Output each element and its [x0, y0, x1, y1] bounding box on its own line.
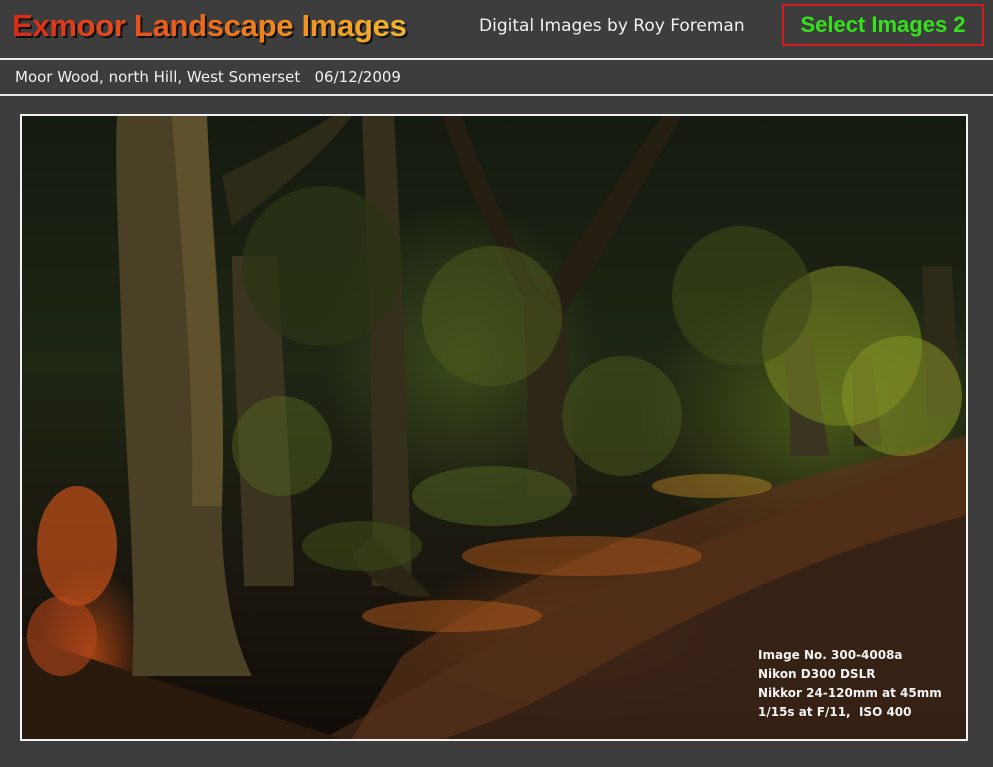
select-images-button[interactable]: Select Images 2: [782, 4, 984, 46]
exif-camera: Nikon D300 DSLR: [758, 667, 876, 681]
caption-divider: [0, 94, 993, 96]
site-byline: Digital Images by Roy Foreman: [479, 16, 745, 36]
landscape-photo: Image No. 300-4008a Nikon D300 DSLR Nikk…: [20, 114, 968, 741]
exif-image-number: Image No. 300-4008a: [758, 648, 903, 662]
caption-date: 06/12/2009: [314, 68, 401, 86]
caption-location: Moor Wood, north Hill, West Somerset: [15, 68, 301, 86]
image-caption: Moor Wood, north Hill, West Somerset 06/…: [15, 68, 401, 86]
exif-lens: Nikkor 24-120mm at 45mm: [758, 686, 942, 700]
site-title[interactable]: Exmoor Landscape Images: [12, 8, 407, 44]
exif-info: Image No. 300-4008a Nikon D300 DSLR Nikk…: [758, 646, 942, 722]
site-header: Exmoor Landscape Images Exmoor Landscape…: [0, 0, 993, 58]
exif-exposure: 1/15s at F/11, ISO 400: [758, 705, 912, 719]
